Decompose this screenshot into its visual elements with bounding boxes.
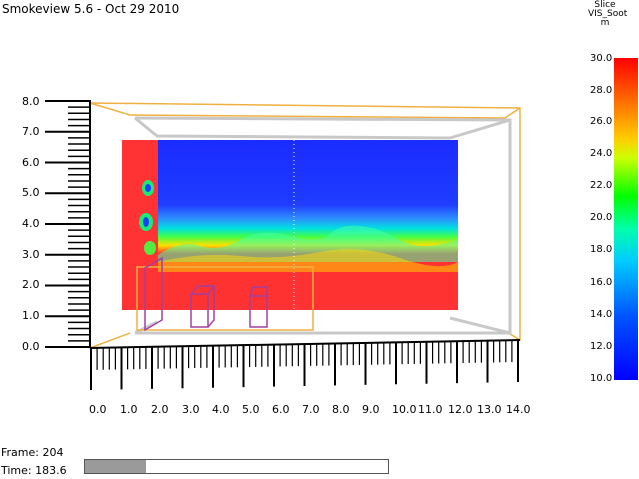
y-axis-label: 0.0 [22, 340, 40, 353]
time-counter: Time: 183.6 [1, 464, 67, 477]
x-axis-label: 12.0 [448, 403, 473, 416]
x-axis-label: 3.0 [182, 403, 200, 416]
y-axis-label: 6.0 [22, 156, 40, 169]
x-axis-label: 10.0 [392, 403, 417, 416]
y-axis-label: 8.0 [22, 95, 40, 108]
time-slider-fill [85, 460, 146, 473]
y-axis-label: 5.0 [22, 186, 40, 199]
y-axis-label: 1.0 [22, 309, 40, 322]
soot-slice-plane [122, 140, 458, 310]
x-axis-label: 0.0 [89, 403, 107, 416]
y-axis-label: 2.0 [22, 278, 40, 291]
x-axis-label: 2.0 [151, 403, 169, 416]
y-axis-label: 3.0 [22, 248, 40, 261]
y-axis-label: 7.0 [22, 125, 40, 138]
y-axis-label: 4.0 [22, 217, 40, 230]
x-axis-label: 8.0 [332, 403, 350, 416]
x-axis-label: 11.0 [418, 403, 443, 416]
x-axis-label: 13.0 [477, 403, 502, 416]
x-axis-label: 9.0 [362, 403, 380, 416]
x-axis-label: 4.0 [212, 403, 230, 416]
x-axis-ticks [89, 339, 521, 390]
x-axis-label: 7.0 [302, 403, 320, 416]
x-axis-label: 6.0 [272, 403, 290, 416]
x-axis-label: 1.0 [120, 403, 138, 416]
x-axis-label: 14.0 [506, 403, 531, 416]
frame-counter: Frame: 204 [1, 446, 64, 459]
time-slider[interactable] [84, 459, 389, 474]
y-axis-ticks [45, 100, 91, 348]
x-axis-label: 5.0 [242, 403, 260, 416]
